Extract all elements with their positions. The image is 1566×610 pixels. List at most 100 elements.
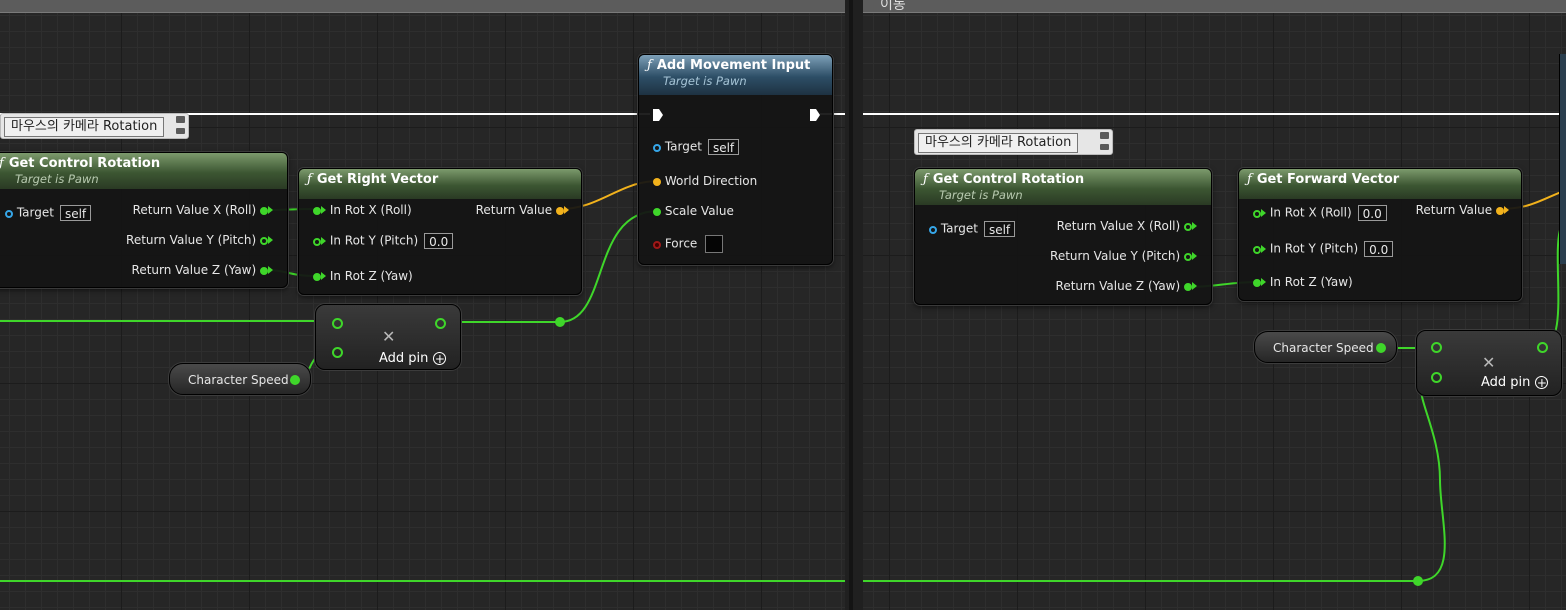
float-pin-icon[interactable] bbox=[1184, 283, 1192, 291]
bubble-toggle-icon[interactable] bbox=[176, 128, 185, 134]
node-get-control-rotation-right[interactable]: ƒ Get Control Rotation Target is Pawn Tar… bbox=[914, 168, 1212, 305]
pin-target[interactable]: Target self bbox=[653, 139, 740, 155]
vector-pin-icon[interactable] bbox=[556, 207, 564, 215]
float-pin-icon[interactable] bbox=[435, 318, 446, 329]
pin-return-z[interactable]: Return Value Z (Yaw) bbox=[1056, 279, 1197, 293]
pin-label: Return Value bbox=[1415, 203, 1493, 217]
node-add-movement-input[interactable]: ƒ Add Movement Input Target is Pawn Targe… bbox=[638, 54, 833, 265]
comment-bubble-text: 마우스의 카메라 Rotation bbox=[4, 117, 165, 137]
multiply-icon: ✕ bbox=[1482, 353, 1496, 372]
float-pin-icon[interactable] bbox=[332, 318, 343, 329]
float-pin-icon[interactable] bbox=[1253, 245, 1261, 254]
exec-in-pin-icon[interactable] bbox=[653, 109, 663, 121]
pin-world-direction[interactable]: World Direction bbox=[653, 174, 757, 188]
variable-character-speed-right[interactable]: Character Speed bbox=[1254, 331, 1397, 363]
pin-in-rot-x[interactable]: In Rot X (Roll) 0.0 bbox=[1253, 205, 1387, 221]
float-pin-icon[interactable] bbox=[1376, 343, 1386, 353]
node-title: Get Control Rotation bbox=[932, 172, 1085, 187]
pin-arrow-icon bbox=[1192, 252, 1197, 260]
panel-splitter[interactable] bbox=[845, 0, 863, 610]
pin-label: In Rot Z (Yaw) bbox=[329, 269, 413, 283]
pin-label: Return Value bbox=[475, 203, 553, 217]
node-get-forward-vector[interactable]: ƒ Get Forward Vector In Rot X (Roll) 0.0 I… bbox=[1238, 168, 1522, 301]
float-pin-icon[interactable] bbox=[332, 347, 343, 358]
float-pin-icon[interactable] bbox=[1253, 279, 1261, 287]
node-partial-right-edge[interactable] bbox=[1559, 54, 1566, 264]
pin-label: Scale Value bbox=[664, 204, 734, 218]
pin-icon[interactable] bbox=[1100, 132, 1109, 139]
float-pin-icon[interactable] bbox=[1431, 342, 1442, 353]
float-pin-icon[interactable] bbox=[260, 207, 268, 215]
bool-pin-icon[interactable] bbox=[653, 240, 661, 249]
pin-target[interactable]: Target self bbox=[5, 205, 92, 221]
pin-in-rot-y[interactable]: In Rot Y (Pitch) 0.0 bbox=[1253, 241, 1394, 257]
pin-in-rot-z[interactable]: In Rot Z (Yaw) bbox=[1253, 275, 1353, 289]
target-field[interactable]: self bbox=[59, 205, 92, 221]
variable-label: Character Speed bbox=[1273, 341, 1374, 355]
comment-bubble-right[interactable]: 마우스의 카메라 Rotation bbox=[914, 129, 1113, 155]
float-pin-icon[interactable] bbox=[1431, 372, 1442, 383]
float-pin-icon[interactable] bbox=[653, 208, 661, 216]
pin-label: Force bbox=[664, 236, 698, 251]
add-pin-button[interactable]: Add pin + bbox=[379, 351, 447, 366]
node-get-control-rotation-left[interactable]: ƒ Get Control Rotation Target is Pawn Tar… bbox=[0, 152, 288, 288]
float-pin-icon[interactable] bbox=[1184, 253, 1192, 261]
node-multiply-right[interactable]: ✕ Add pin + bbox=[1416, 330, 1562, 396]
float-pin-icon[interactable] bbox=[1537, 342, 1548, 353]
pin-force[interactable]: Force bbox=[653, 235, 724, 253]
pin-label: In Rot X (Roll) bbox=[1269, 205, 1352, 220]
pin-label: Return Value X (Roll) bbox=[132, 203, 257, 217]
force-checkbox[interactable] bbox=[705, 235, 724, 253]
add-pin-label: Add pin bbox=[379, 351, 429, 366]
add-pin-label: Add pin bbox=[1481, 375, 1531, 390]
pin-return-x[interactable]: Return Value X (Roll) bbox=[133, 203, 273, 217]
pin-in-rot-y[interactable]: In Rot Y (Pitch) 0.0 bbox=[313, 233, 454, 249]
pin-label: World Direction bbox=[664, 174, 758, 188]
float-pin-icon[interactable] bbox=[260, 237, 268, 245]
target-field[interactable]: self bbox=[983, 221, 1016, 237]
pin-return-y[interactable]: Return Value Y (Pitch) bbox=[126, 233, 273, 247]
function-icon: ƒ bbox=[1247, 172, 1252, 187]
float-pin-icon[interactable] bbox=[290, 375, 300, 385]
pin-arrow-icon bbox=[564, 206, 569, 214]
comment-bubble-left[interactable]: 마우스의 카메라 Rotation bbox=[0, 113, 189, 139]
pin-label: Target bbox=[664, 139, 702, 154]
pin-icon[interactable] bbox=[176, 116, 185, 123]
node-multiply-left[interactable]: ✕ Add pin + bbox=[315, 304, 461, 370]
float-pin-icon[interactable] bbox=[313, 207, 321, 215]
float-pin-icon[interactable] bbox=[1253, 209, 1261, 218]
pin-return-value[interactable]: Return Value bbox=[476, 203, 569, 217]
node-get-right-vector[interactable]: ƒ Get Right Vector In Rot X (Roll) In Rot… bbox=[298, 168, 582, 295]
pin-return-y[interactable]: Return Value Y (Pitch) bbox=[1050, 249, 1197, 263]
pin-return-value[interactable]: Return Value bbox=[1416, 203, 1509, 217]
pin-scale-value[interactable]: Scale Value bbox=[653, 204, 734, 218]
object-pin-icon[interactable] bbox=[929, 225, 937, 234]
float-pin-icon[interactable] bbox=[313, 237, 321, 246]
pin-label: Return Value Y (Pitch) bbox=[126, 233, 257, 247]
variable-character-speed-left[interactable]: Character Speed bbox=[169, 363, 311, 395]
pitch-field[interactable]: 0.0 bbox=[424, 233, 454, 249]
vector-pin-icon[interactable] bbox=[653, 178, 661, 186]
plus-icon[interactable]: + bbox=[433, 352, 447, 365]
plus-icon[interactable]: + bbox=[1535, 376, 1549, 389]
pin-target[interactable]: Target self bbox=[929, 221, 1016, 237]
target-field[interactable]: self bbox=[707, 139, 740, 155]
vector-pin-icon[interactable] bbox=[1496, 207, 1504, 215]
bubble-toggle-icon[interactable] bbox=[1100, 144, 1109, 150]
roll-field[interactable]: 0.0 bbox=[1357, 205, 1387, 221]
pin-return-z[interactable]: Return Value Z (Yaw) bbox=[132, 263, 273, 277]
pin-label: Return Value Y (Pitch) bbox=[1050, 249, 1181, 263]
function-icon: ƒ bbox=[923, 172, 928, 187]
pin-return-x[interactable]: Return Value X (Roll) bbox=[1057, 219, 1197, 233]
object-pin-icon[interactable] bbox=[653, 143, 661, 152]
pitch-field[interactable]: 0.0 bbox=[1364, 241, 1394, 257]
pin-in-rot-x[interactable]: In Rot X (Roll) bbox=[313, 203, 412, 217]
node-title: Get Right Vector bbox=[316, 172, 439, 187]
object-pin-icon[interactable] bbox=[5, 209, 13, 218]
float-pin-icon[interactable] bbox=[1184, 223, 1192, 231]
pin-in-rot-z[interactable]: In Rot Z (Yaw) bbox=[313, 269, 413, 283]
add-pin-button[interactable]: Add pin + bbox=[1481, 375, 1549, 390]
float-pin-icon[interactable] bbox=[260, 267, 268, 275]
float-pin-icon[interactable] bbox=[313, 273, 321, 281]
exec-out-pin-icon[interactable] bbox=[810, 109, 820, 121]
